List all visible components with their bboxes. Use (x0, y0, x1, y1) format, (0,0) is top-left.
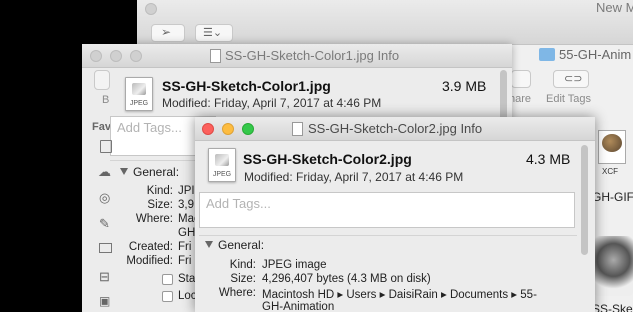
ske-file-thumbnail[interactable] (594, 236, 633, 296)
favorites-label: Fav (92, 121, 111, 133)
info2-general-section[interactable]: General: (205, 238, 264, 252)
info2-jpeg-icon: JPEG (208, 148, 236, 182)
info2-separator (199, 235, 577, 236)
locked-checkbox[interactable] (162, 291, 173, 302)
edit-tags-label: Edit Tags (546, 93, 592, 105)
info2-tags-field[interactable]: Add Tags... (199, 192, 575, 228)
info2-modified-date: Modified: Friday, April 7, 2017 at 4:46 … (244, 170, 464, 184)
gimp-wilber-icon (602, 134, 622, 152)
info1-size-label: Size: (147, 199, 173, 211)
tag-icon: ⊂⊃ (564, 73, 583, 85)
info2-general-label: General: (218, 238, 265, 252)
sidebar-icloud-icon[interactable]: ☁ (98, 164, 111, 180)
disclosure-triangle-icon (205, 241, 213, 248)
sidebar-applications-icon[interactable]: ✎ (99, 216, 110, 232)
info1-file-name: SS-GH-Sketch-Color1.jpg (162, 78, 331, 94)
info1-kind-value: JPI (178, 185, 195, 197)
info2-where-value-line2: GH-Animation (262, 301, 335, 312)
info1-modified-label: Modified: (126, 255, 173, 267)
info1-modified-value: Fri (178, 255, 192, 267)
info2-where-label: Where: (218, 287, 256, 299)
ske-file-name[interactable]: SS-Ske (592, 302, 633, 312)
sidebar-documents-icon[interactable] (100, 140, 112, 153)
info1-jpeg-icon: JPEG (125, 77, 153, 111)
info1-created-label: Created: (128, 241, 173, 253)
share-button[interactable] (511, 70, 531, 88)
info2-size-label: Size: (230, 273, 256, 285)
disclosure-triangle-icon (120, 168, 128, 175)
info1-icon-caption: JPEG (129, 100, 149, 107)
sidebar-pictures-icon[interactable]: ▣ (99, 294, 110, 308)
list-view-icon: ☰⌄ (203, 27, 223, 39)
info2-icon-caption: JPEG (212, 171, 232, 178)
info2-zoom-button[interactable] (242, 123, 254, 135)
info1-zoom-button[interactable] (130, 50, 142, 62)
sidebar-airdrop-icon[interactable]: ◎ (99, 190, 110, 206)
paperplane-icon: ➢ (161, 25, 172, 39)
info2-where-value: Macintosh HD ▸ Users ▸ DaisiRain ▸ Docum… (262, 289, 537, 301)
info2-scrollbar[interactable] (581, 145, 588, 255)
info1-modified-date: Modified: Friday, April 7, 2017 at 4:46 … (162, 96, 382, 110)
gimp-file-item[interactable]: XCF (592, 122, 633, 182)
folder-name-label: 55-GH-Anim (559, 47, 632, 62)
info2-size-value: 4,296,407 bytes (4.3 MB on disk) (262, 273, 431, 285)
info1-window-title: SS-GH-Sketch-Color1.jpg Info (225, 48, 400, 63)
info1-kind-label: Kind: (146, 185, 173, 197)
info1-minimize-button[interactable] (110, 50, 122, 62)
info2-file-name: SS-GH-Sketch-Color2.jpg (243, 151, 412, 167)
stationery-label: Sta (178, 273, 196, 285)
info1-general-label: General: (133, 165, 180, 179)
sidebar-desktop-icon[interactable] (99, 243, 112, 253)
info2-file-size: 4.3 MB (526, 151, 571, 167)
sidebar-downloads-icon[interactable]: ⊟ (99, 269, 110, 285)
info1-where-label: Where: (135, 213, 173, 225)
info1-file-size: 3.9 MB (442, 78, 487, 94)
locked-label: Loc (178, 290, 197, 302)
info1-created-value: Fri (178, 241, 192, 253)
finder-close-button[interactable] (145, 3, 157, 15)
info2-close-button[interactable] (202, 123, 214, 135)
folder-icon (539, 48, 555, 61)
info2-minimize-button[interactable] (222, 123, 234, 135)
info1-general-section[interactable]: General: (120, 165, 179, 179)
info2-document-icon (292, 122, 303, 136)
info1-document-icon (210, 49, 221, 63)
info-window-2: SS-GH-Sketch-Color2.jpg Info JPEG SS-GH-… (195, 117, 595, 312)
back-label: B (102, 94, 110, 106)
share-label: hare (509, 93, 532, 105)
gimp-file-name[interactable]: GH-GIF (592, 190, 633, 204)
info2-window-title: SS-GH-Sketch-Color2.jpg Info (308, 121, 483, 136)
info1-size-value: 3,9 (178, 199, 194, 211)
finder-title: New M (596, 0, 633, 15)
gimp-file-caption: XCF (602, 167, 618, 176)
info2-kind-label: Kind: (229, 259, 256, 271)
stationery-checkbox[interactable] (162, 274, 173, 285)
back-button[interactable] (94, 70, 110, 90)
info1-close-button[interactable] (90, 50, 102, 62)
info2-kind-value: JPEG image (262, 259, 327, 271)
